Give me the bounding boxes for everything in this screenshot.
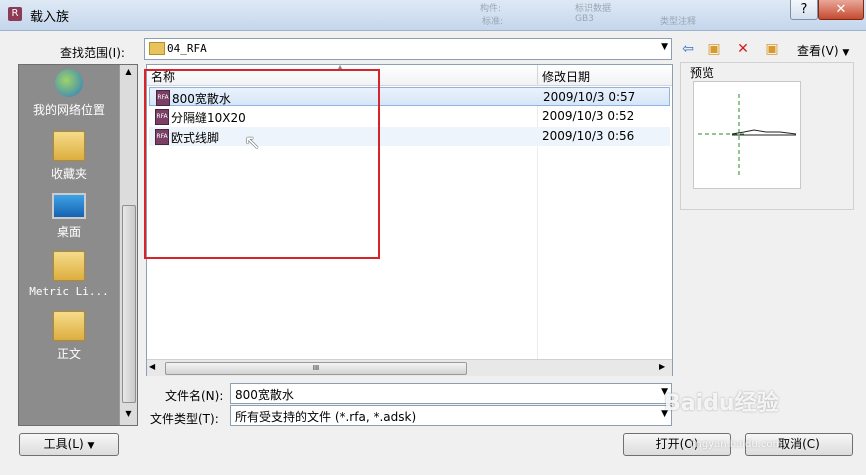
- network-globe-icon: [55, 69, 83, 97]
- title-bar: R 载入族 构件: 标准: 标识数据 GB3 类型注释 ? ✕: [0, 0, 866, 31]
- views-label: 查看(V): [797, 44, 839, 58]
- background-text: 构件:: [480, 4, 502, 14]
- annotation-highlight-box: [144, 69, 380, 259]
- place-label: 收藏夹: [50, 167, 87, 181]
- background-text: GB3: [575, 14, 594, 24]
- place-label: Metric Li...: [29, 285, 109, 298]
- folder-icon: [53, 251, 85, 281]
- tools-button[interactable]: 工具(L) ▼: [19, 433, 119, 456]
- background-text: 类型注释: [660, 17, 697, 27]
- horizontal-scrollbar[interactable]: ◀ III ▶: [147, 359, 672, 376]
- scroll-down-icon[interactable]: ▼: [120, 409, 137, 418]
- watermark-url: jingyan.baidu.com: [690, 439, 783, 450]
- preview-drawing: [698, 94, 797, 178]
- tools-label: 工具(L): [43, 437, 84, 451]
- places-scrollbar[interactable]: ▲ ▼: [119, 65, 137, 425]
- filename-input[interactable]: 800宽散水 ▼: [230, 383, 672, 404]
- folder-icon: [53, 311, 85, 341]
- column-date-header[interactable]: 修改日期: [542, 68, 590, 85]
- filename-value: 800宽散水: [235, 388, 294, 402]
- place-label: 桌面: [56, 225, 81, 239]
- filename-label: 文件名(N):: [165, 389, 224, 403]
- filetype-label: 文件类型(T):: [150, 412, 219, 426]
- file-date: 2009/10/3 0:56: [542, 129, 635, 143]
- scroll-up-icon[interactable]: ▲: [120, 67, 137, 76]
- scroll-thumb[interactable]: [122, 205, 136, 403]
- baidu-watermark: Baidu经验: [664, 391, 779, 416]
- back-icon[interactable]: ⇦: [680, 41, 696, 57]
- preview-label: 预览: [690, 66, 715, 80]
- place-metric-library[interactable]: Metric Li...: [19, 251, 119, 298]
- scroll-thumb[interactable]: III: [165, 362, 467, 375]
- up-folder-icon[interactable]: ▣: [706, 41, 722, 57]
- look-in-value: 04_RFA: [167, 42, 207, 55]
- filetype-value: 所有受支持的文件 (*.rfa, *.adsk): [235, 410, 417, 424]
- preview-image: [693, 81, 801, 189]
- delete-icon[interactable]: ✕: [735, 41, 751, 57]
- folder-icon: [149, 42, 165, 55]
- background-text: 标准:: [482, 17, 504, 27]
- desktop-monitor-icon: [52, 193, 86, 219]
- file-date: 2009/10/3 0:57: [543, 90, 636, 104]
- revit-family-icon: R: [8, 7, 22, 21]
- window-title: 载入族: [30, 10, 70, 25]
- look-in-dropdown[interactable]: 04_RFA ▼: [144, 38, 672, 60]
- scroll-left-icon[interactable]: ◀: [149, 362, 155, 371]
- place-label: 正文: [56, 347, 81, 361]
- chevron-down-icon[interactable]: ▼: [661, 42, 668, 52]
- filetype-select[interactable]: 所有受支持的文件 (*.rfa, *.adsk) ▼: [230, 405, 672, 426]
- place-favorites[interactable]: 收藏夹: [19, 131, 119, 182]
- views-menu-button[interactable]: 查看(V) ▼: [797, 42, 849, 59]
- look-in-label: 查找范围(I):: [60, 46, 125, 60]
- favorites-folder-icon: [53, 131, 85, 161]
- place-label: 我的网络位置: [32, 103, 105, 117]
- help-button[interactable]: ?: [790, 0, 818, 20]
- chevron-down-icon: ▼: [87, 441, 95, 451]
- close-button[interactable]: ✕: [818, 0, 864, 20]
- chevron-down-icon: ▼: [842, 48, 850, 58]
- mouse-cursor-icon: ↖: [244, 130, 261, 154]
- scroll-right-icon[interactable]: ▶: [659, 362, 665, 371]
- place-network[interactable]: 我的网络位置: [19, 69, 119, 118]
- file-date: 2009/10/3 0:52: [542, 109, 635, 123]
- background-text: 标识数据: [575, 4, 612, 14]
- places-bar: 我的网络位置 收藏夹 桌面 Metric Li... 正文 ▲ ▼: [18, 64, 138, 426]
- new-folder-icon[interactable]: ▣: [764, 41, 780, 57]
- place-desktop[interactable]: 桌面: [19, 193, 119, 240]
- column-divider[interactable]: [537, 65, 538, 85]
- place-zhengwen[interactable]: 正文: [19, 311, 119, 362]
